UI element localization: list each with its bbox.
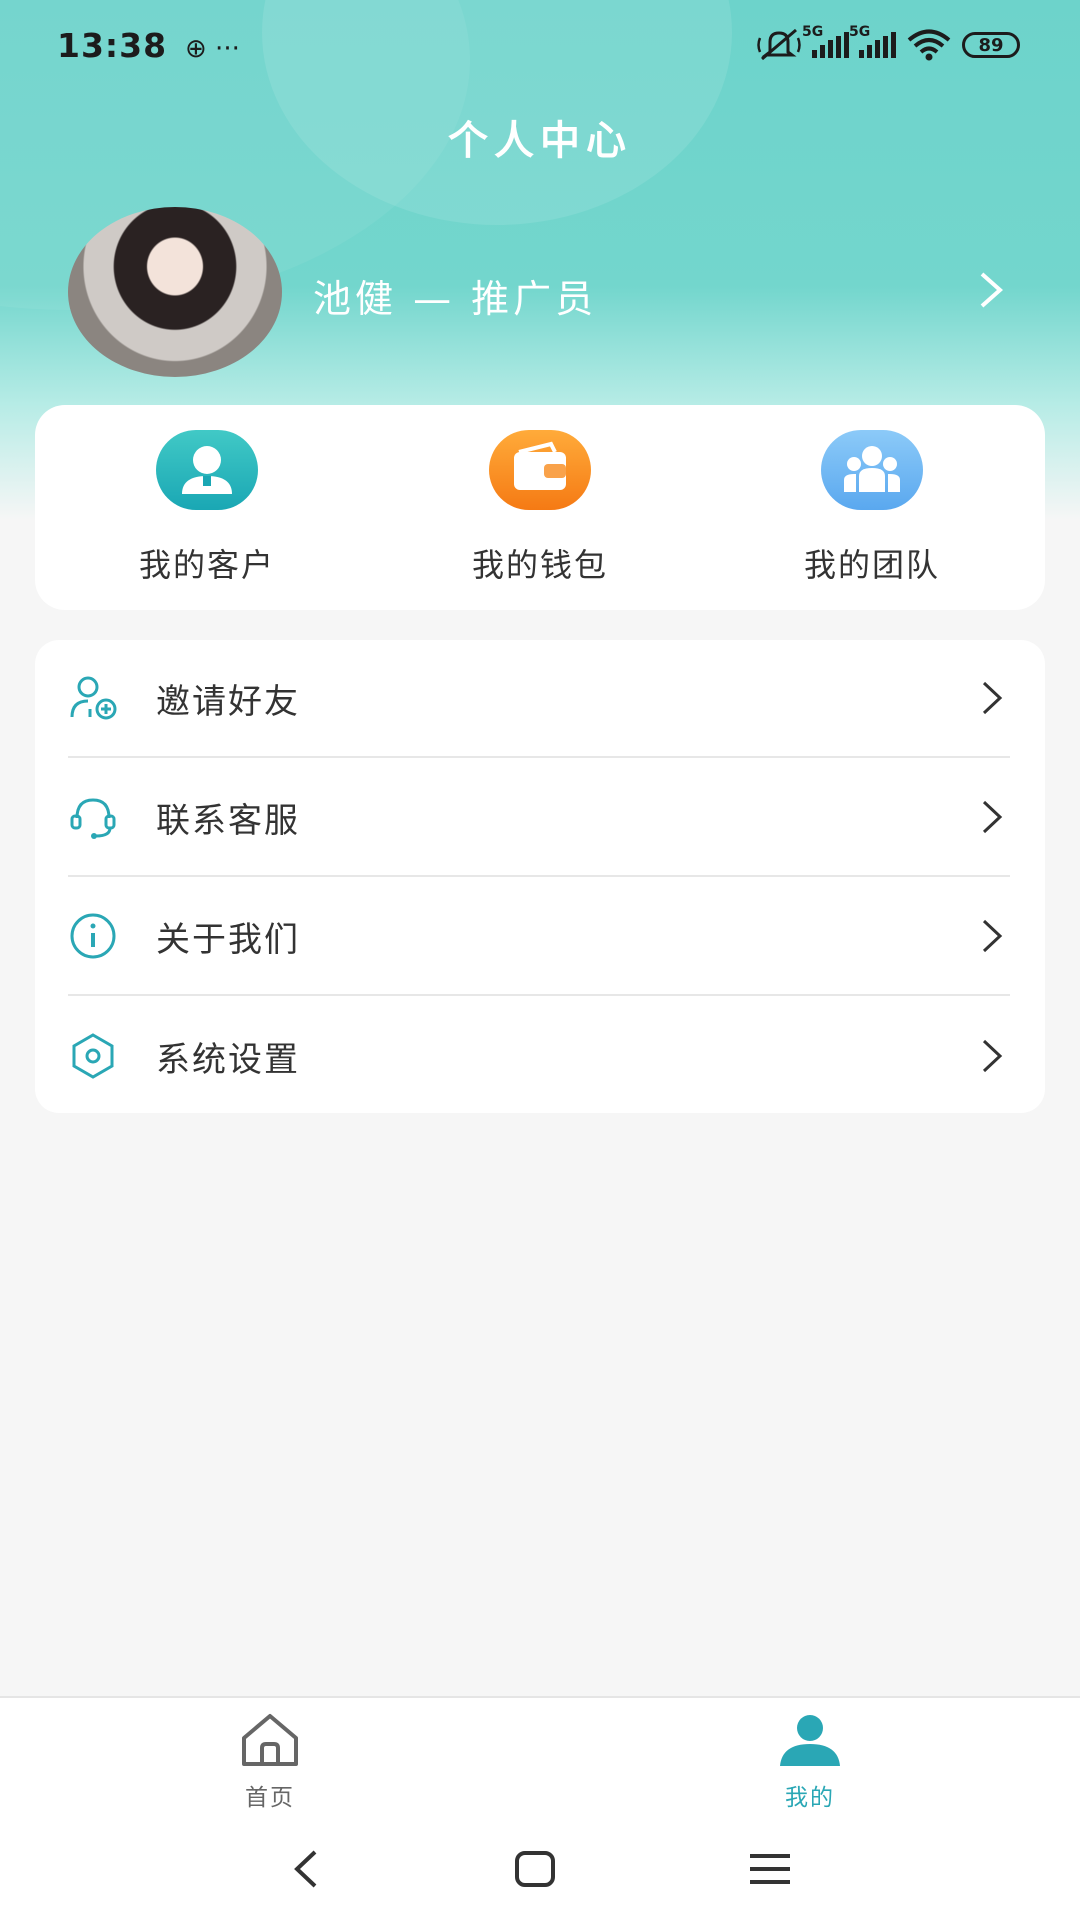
wifi-icon [907,29,951,61]
chevron-right-icon [982,1039,1003,1073]
back-icon[interactable] [275,1844,335,1894]
settings-icon [72,1033,114,1079]
headset-icon [70,798,116,839]
chevron-right-icon [982,919,1003,953]
chevron-right-icon[interactable] [970,270,1010,310]
page-title: 个人中心 [448,118,632,164]
signal-icon: 5G [802,24,849,58]
my-customers-label: 我的客户 [138,546,275,584]
tab-home-label: 首页 [245,1785,295,1811]
battery-indicator: 89 [962,32,1020,58]
wallet-icon [489,430,591,510]
info-icon [70,913,116,959]
quick-actions-card: 我的客户 我的钱包 我的团队 [35,405,1045,610]
menu-label: 邀请好友 [156,681,300,722]
my-team-label: 我的团队 [803,546,940,584]
menu-label: 系统设置 [156,1039,300,1080]
menu-item-about-us[interactable]: 关于我们 [68,878,1010,996]
home-icon [242,1714,298,1766]
status-time: 13:38 [57,26,168,65]
chevron-right-icon [982,681,1003,715]
home-square-icon[interactable] [505,1844,565,1894]
profile-name[interactable]: 池健 — 推广员 [313,268,597,323]
avatar[interactable] [68,207,282,377]
chevron-right-icon [982,800,1003,834]
menu-label: 关于我们 [156,919,300,960]
bottom-tab-bar: 首页 我的 [0,1696,1080,1816]
my-wallet-button[interactable]: 我的钱包 [440,430,640,586]
status-bar: 13:38 ⊕ ··· 5G 5G 89 [0,0,1080,95]
status-right-group: 5G 5G 89 [756,24,1020,62]
my-team-button[interactable]: 我的团队 [772,430,972,586]
menu-item-invite-friends[interactable]: 邀请好友 [68,640,1010,758]
menu-item-customer-service[interactable]: 联系客服 [68,759,1010,877]
customer-icon [156,430,258,510]
menu-item-system-settings[interactable]: 系统设置 [68,997,1010,1115]
tab-mine-label: 我的 [785,1785,835,1811]
menu-card: 邀请好友 联系客服 关于我们 系统设置 [35,640,1045,1113]
user-icon [780,1715,840,1766]
mute-icon [757,28,801,61]
notification-icons: ⊕ ··· [185,34,240,64]
tab-home[interactable]: 首页 [190,1712,350,1812]
my-customers-button[interactable]: 我的客户 [107,430,307,586]
invite-friend-icon [70,676,117,720]
tab-mine[interactable]: 我的 [730,1712,890,1812]
my-wallet-label: 我的钱包 [471,546,608,584]
menu-icon[interactable] [740,1844,800,1894]
menu-label: 联系客服 [156,800,300,841]
system-navigation-bar [0,1816,1080,1920]
signal-icon: 5G [849,24,896,58]
team-icon [821,430,923,510]
